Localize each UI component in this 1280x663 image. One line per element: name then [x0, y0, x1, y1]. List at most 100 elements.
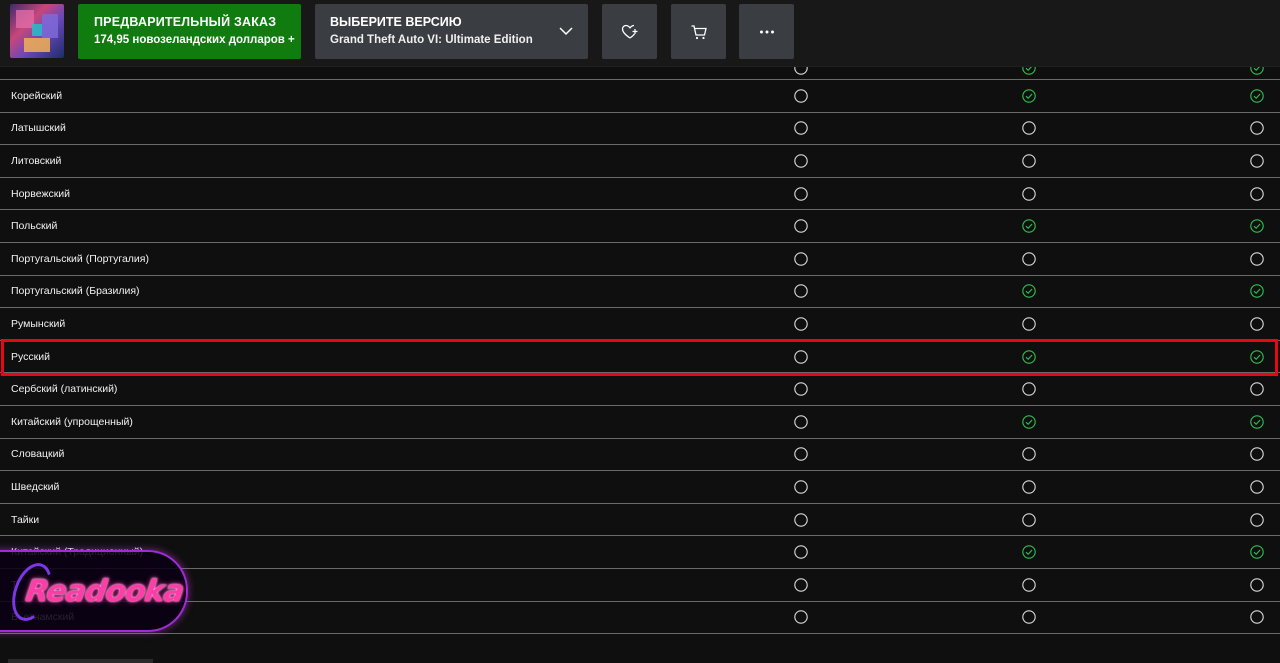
empty-circle-icon: [794, 121, 808, 136]
check-circle-icon: [1250, 349, 1264, 364]
check-circle-icon: [1022, 545, 1036, 559]
version-select-label: ВЫБЕРИТЕ ВЕРСИЮ: [330, 15, 462, 29]
language-name: Сербский (латинский): [11, 383, 118, 396]
empty-circle-icon: [794, 414, 808, 429]
language-support-table: Корейский Латышский Литовский Норвежский Пол…: [0, 60, 1280, 635]
table-row: Словацкий: [0, 439, 1280, 472]
table-row: Португальский (Португалия): [0, 243, 1280, 276]
check-circle-icon: [1250, 545, 1264, 559]
empty-circle-icon: [1250, 186, 1264, 201]
empty-circle-icon: [1250, 447, 1264, 462]
game-thumbnail[interactable]: [10, 4, 64, 58]
empty-circle-icon: [794, 577, 808, 592]
empty-circle-icon: [1022, 512, 1036, 527]
language-name: Шведский: [11, 480, 60, 493]
check-circle-icon: [1250, 89, 1264, 103]
empty-circle-icon: [794, 154, 808, 168]
table-row: Тайки: [0, 504, 1280, 537]
table-row: Вьетнамский: [0, 602, 1280, 635]
empty-circle-icon: [1250, 317, 1264, 331]
wishlist-button[interactable]: [602, 4, 657, 59]
empty-circle-icon: [1250, 480, 1264, 494]
version-select[interactable]: ВЫБЕРИТЕ ВЕРСИЮ Grand Theft Auto VI: Ult…: [315, 4, 588, 59]
table-row: Т: [0, 569, 1280, 602]
table-row: Румынский: [0, 308, 1280, 341]
table-row: Шведский: [0, 471, 1280, 504]
watermark-logo: Readooka: [0, 550, 190, 632]
empty-circle-icon: [794, 252, 808, 266]
check-circle-icon: [1022, 219, 1036, 233]
language-name: Португальский (Бразилия): [11, 285, 140, 298]
language-name: Китайский (упрощенный): [11, 415, 133, 428]
empty-circle-icon: [1250, 154, 1264, 168]
empty-circle-icon: [794, 219, 808, 233]
table-row: Польский: [0, 210, 1280, 243]
empty-circle-icon: [1022, 610, 1036, 625]
chevron-down-icon: [559, 27, 573, 36]
empty-circle-icon: [1250, 577, 1264, 592]
cart-icon: [691, 24, 707, 39]
language-name: Тайки: [11, 513, 40, 526]
empty-circle-icon: [1250, 512, 1264, 527]
empty-circle-icon: [1022, 252, 1036, 266]
more-options-button[interactable]: [739, 4, 794, 59]
heart-plus-icon: [621, 24, 637, 39]
empty-circle-icon: [1250, 252, 1264, 266]
check-circle-icon: [1022, 414, 1036, 429]
check-circle-icon: [1250, 414, 1264, 429]
check-circle-icon: [1022, 89, 1036, 103]
table-row: Литовский: [0, 145, 1280, 178]
language-name: Литовский: [11, 154, 62, 167]
watermark-text: Readooka: [23, 574, 186, 609]
empty-circle-icon: [1022, 382, 1036, 396]
language-name: Русский: [11, 350, 50, 363]
empty-circle-icon: [1022, 317, 1036, 331]
check-circle-icon: [1250, 219, 1264, 233]
table-row: Португальский (Бразилия): [0, 276, 1280, 309]
empty-circle-icon: [794, 382, 808, 396]
empty-circle-icon: [1250, 610, 1264, 625]
empty-circle-icon: [794, 349, 808, 364]
check-circle-icon: [1022, 284, 1036, 299]
language-name: Корейский: [11, 89, 63, 102]
table-row: Сербский (латинский): [0, 373, 1280, 406]
empty-circle-icon: [1022, 480, 1036, 494]
empty-circle-icon: [1022, 447, 1036, 462]
table-row: Корейский: [0, 80, 1280, 113]
empty-circle-icon: [1022, 154, 1036, 168]
empty-circle-icon: [1022, 121, 1036, 136]
empty-circle-icon: [1250, 382, 1264, 396]
empty-circle-icon: [794, 284, 808, 299]
table-row: Китайский (Традиционный): [0, 536, 1280, 569]
language-name: Латышский: [11, 122, 66, 135]
language-name: Португальский (Португалия): [11, 252, 149, 265]
check-circle-icon: [1022, 349, 1036, 364]
table-row: Русский: [0, 341, 1280, 374]
empty-circle-icon: [794, 545, 808, 559]
language-name: Польский: [11, 220, 58, 233]
table-row: Китайский (упрощенный): [0, 406, 1280, 439]
empty-circle-icon: [794, 447, 808, 462]
language-name: Румынский: [11, 317, 66, 330]
empty-circle-icon: [794, 512, 808, 527]
scroll-indicator: [8, 659, 153, 663]
empty-circle-icon: [794, 186, 808, 201]
empty-circle-icon: [1250, 121, 1264, 136]
empty-circle-icon: [794, 89, 808, 103]
preorder-price: 174,95 новозеландских долларов +: [94, 34, 295, 46]
table-row: Латышский: [0, 113, 1280, 146]
preorder-title: ПРЕДВАРИТЕЛЬНЫЙ ЗАКАЗ: [94, 15, 277, 29]
version-select-value: Grand Theft Auto VI: Ultimate Edition: [330, 34, 533, 46]
empty-circle-icon: [794, 610, 808, 625]
table-row: Норвежский: [0, 178, 1280, 211]
empty-circle-icon: [794, 317, 808, 331]
language-name: Норвежский: [11, 187, 71, 200]
more-icon: [759, 30, 774, 33]
product-purchase-bar: ПРЕДВАРИТЕЛЬНЫЙ ЗАКАЗ 174,95 новозеландс…: [0, 0, 1280, 67]
cart-button[interactable]: [671, 4, 726, 59]
language-name: Словацкий: [11, 448, 65, 461]
empty-circle-icon: [1022, 186, 1036, 201]
empty-circle-icon: [1022, 577, 1036, 592]
preorder-button[interactable]: ПРЕДВАРИТЕЛЬНЫЙ ЗАКАЗ 174,95 новозеландс…: [78, 4, 301, 59]
check-circle-icon: [1250, 284, 1264, 299]
